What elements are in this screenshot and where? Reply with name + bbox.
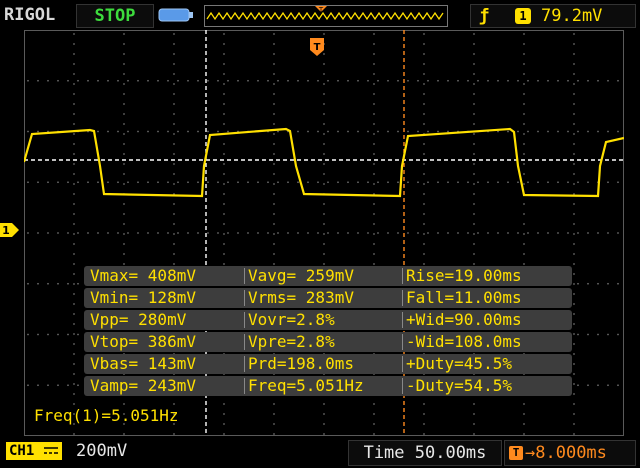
measurement-neg-width: -Wid=108.0ms <box>406 332 522 351</box>
measurement-row: Vamp= 243mV Freq=5.051Hz -Duty=54.5% <box>84 376 572 396</box>
measurement-row: Vmax= 408mV Vavg= 259mV Rise=19.00ms <box>84 266 572 286</box>
measurement-vtop: Vtop= 386mV <box>90 332 196 351</box>
trigger-level-value: 79.2mV <box>541 6 603 26</box>
timebase-setting[interactable]: Time 50.00ms <box>348 440 502 466</box>
measurement-freq: Freq=5.051Hz <box>248 376 364 395</box>
measurement-vpp: Vpp= 280mV <box>90 310 187 329</box>
measurement-vovr: Vovr=2.8% <box>248 310 335 329</box>
frequency-counter: Freq(1)=5.051Hz <box>34 406 179 425</box>
channel-1-name: CH1 <box>9 443 35 459</box>
measurement-vrms: Vrms= 283mV <box>248 288 354 307</box>
coupling-icon <box>43 447 58 454</box>
waveform-preview-icon: T <box>206 6 444 21</box>
svg-text:T: T <box>318 6 324 14</box>
svg-text:T: T <box>314 42 321 53</box>
measurement-row: Vtop= 386mV Vpre=2.8% -Wid=108.0ms <box>84 332 572 352</box>
channel-1-marker-icon[interactable]: 1 <box>0 222 20 238</box>
battery-icon <box>158 8 193 22</box>
memory-depth-bar[interactable]: T <box>204 5 448 27</box>
trigger-edge-icon: ƒ <box>479 6 490 26</box>
measurement-row: Vbas= 143mV Prd=198.0ms +Duty=45.5% <box>84 354 572 374</box>
measurement-neg-duty: -Duty=54.5% <box>406 376 512 395</box>
trigger-source-channel: 1 <box>515 8 531 24</box>
measurement-vbase: Vbas= 143mV <box>90 354 196 373</box>
measurement-row: Vpp= 280mV Vovr=2.8% +Wid=90.00ms <box>84 310 572 330</box>
measurement-vmin: Vmin= 128mV <box>90 288 196 307</box>
measurement-row: Vmin= 128mV Vrms= 283mV Fall=11.00ms <box>84 288 572 308</box>
svg-text:1: 1 <box>2 224 10 237</box>
brand-logo: RIGOL <box>4 5 56 25</box>
measurement-rise: Rise=19.00ms <box>406 266 522 285</box>
measurement-pos-width: +Wid=90.00ms <box>406 310 522 329</box>
trigger-delay-icon: T <box>509 446 523 460</box>
measurement-pos-duty: +Duty=45.5% <box>406 354 512 373</box>
measurement-panel: Vmax= 408mV Vavg= 259mV Rise=19.00ms Vmi… <box>84 266 572 398</box>
measurement-vavg: Vavg= 259mV <box>248 266 354 285</box>
trigger-settings[interactable]: ƒ 1 79.2mV <box>470 4 636 28</box>
trigger-delay-value: →8.000ms <box>525 443 607 463</box>
bottom-status-bar: CH1 200mV Time 50.00ms T →8.000ms <box>0 436 640 468</box>
measurement-period: Prd=198.0ms <box>248 354 354 373</box>
channel-1-label[interactable]: CH1 <box>6 442 62 460</box>
measurement-vamp: Vamp= 243mV <box>90 376 196 395</box>
trigger-delay-setting[interactable]: T →8.000ms <box>504 440 636 466</box>
run-status-indicator[interactable]: STOP <box>76 4 154 28</box>
top-status-bar: RIGOL STOP T ƒ 1 79.2mV <box>0 0 640 30</box>
measurement-vmax: Vmax= 408mV <box>90 266 196 285</box>
measurement-vpre: Vpre=2.8% <box>248 332 335 351</box>
vertical-scale[interactable]: 200mV <box>76 441 127 461</box>
measurement-fall: Fall=11.00ms <box>406 288 522 307</box>
